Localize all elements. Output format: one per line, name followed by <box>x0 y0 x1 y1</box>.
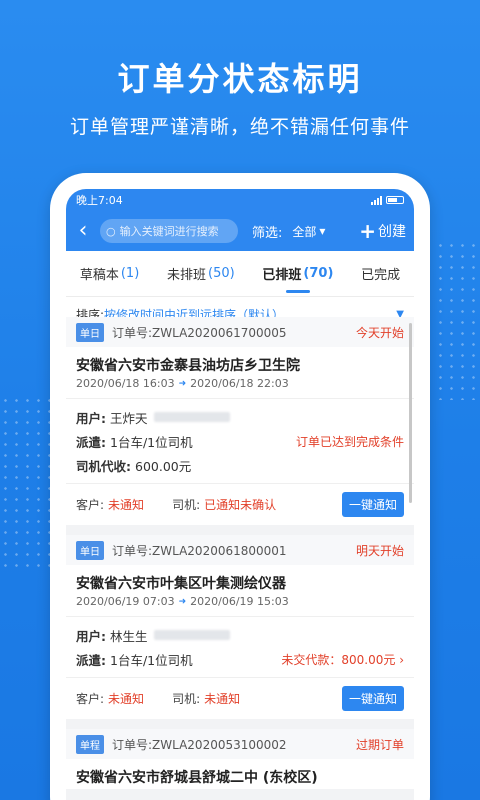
dispatch-value: 1台车/1位司机 <box>110 434 193 450</box>
filter-value: 全部 <box>292 224 317 239</box>
user-name: 王炸天 <box>110 410 148 426</box>
driver-status: 未通知 <box>204 692 241 706</box>
blurred-phone <box>153 412 230 422</box>
driver-fee-value: 600.00元 <box>135 458 192 474</box>
dispatch-label: 派遣: <box>76 652 106 668</box>
tab-completed[interactable]: 已完成 <box>361 251 400 297</box>
start-time: 2020/06/19 07:03 <box>76 595 175 608</box>
order-card[interactable]: 单日 订单号:ZWLA2020061700005 今天开始 安徽省六安市金寨县油… <box>66 317 414 525</box>
plus-icon: + <box>359 219 376 243</box>
order-footer: 客户: 未通知 司机: 已通知未确认 一键通知 <box>66 484 414 525</box>
order-type-tag: 单日 <box>76 540 104 560</box>
customer-label: 客户: <box>76 498 105 512</box>
user-row: 用户: 林生生 <box>76 623 404 647</box>
tab-count: (70) <box>303 266 334 281</box>
create-button[interactable]: + 创建 <box>359 219 408 243</box>
app-screen: 晚上7:04 ‹ ○ 筛选: 全部 ▾ + 创建 <box>66 189 414 800</box>
order-details: 用户: 王炸天 派遣: 1台车/1位司机 订单已达到完成条件 司机代收: 600… <box>66 399 414 484</box>
dispatch-row: 派遣: 1台车/1位司机 订单已达到完成条件 <box>76 429 404 453</box>
tab-count: (50) <box>208 266 235 281</box>
order-address: 安徽省六安市金寨县油坊店乡卫生院 <box>76 358 300 374</box>
order-type-tag: 单程 <box>76 734 104 754</box>
phone-frame: 晚上7:04 ‹ ○ 筛选: 全部 ▾ + 创建 <box>50 173 430 800</box>
dispatch-value: 1台车/1位司机 <box>110 652 193 668</box>
order-number: 订单号:ZWLA2020061700005 <box>112 325 287 340</box>
tab-label: 草稿本 <box>79 268 119 283</box>
promo-headline: 订单分状态标明 <box>117 60 363 98</box>
driver-fee-label: 司机代收: <box>76 458 131 474</box>
scrollbar[interactable] <box>409 323 412 503</box>
order-type-tag: 单日 <box>76 322 104 342</box>
arrow-right-icon: ➜ <box>178 596 187 607</box>
chevron-left-icon[interactable]: ‹ <box>72 220 94 242</box>
order-number: 订单号:ZWLA2020053100002 <box>112 737 287 752</box>
blurred-phone <box>153 630 230 640</box>
status-bar: 晚上7:04 <box>66 189 414 211</box>
order-header: 单日 订单号:ZWLA2020061800001 明天开始 <box>66 535 414 565</box>
create-label: 创建 <box>378 224 406 240</box>
user-row: 用户: 王炸天 <box>76 405 404 429</box>
user-name: 林生生 <box>110 628 148 644</box>
user-label: 用户: <box>76 410 106 426</box>
dispatch-note: 订单已达到完成条件 <box>295 434 404 449</box>
filter-label: 筛选: <box>252 225 283 241</box>
tab-drafts[interactable]: 草稿本 (1) <box>80 251 139 297</box>
order-header: 单日 订单号:ZWLA2020061700005 今天开始 <box>66 317 414 347</box>
order-card[interactable]: 单日 订单号:ZWLA2020061800001 明天开始 安徽省六安市叶集区叶… <box>66 535 414 719</box>
tab-unscheduled[interactable]: 未排班 (50) <box>167 251 235 297</box>
order-footer: 客户: 未通知 司机: 未通知 一键通知 <box>66 678 414 719</box>
notify-button[interactable]: 一键通知 <box>341 492 404 517</box>
order-state: 今天开始 <box>355 325 404 340</box>
search-box[interactable]: ○ <box>100 219 238 243</box>
notify-button[interactable]: 一键通知 <box>341 686 404 711</box>
tab-label: 已完成 <box>361 268 401 283</box>
order-card[interactable]: 单程 订单号:ZWLA2020053100002 过期订单 安徽省六安市舒城县舒… <box>66 729 414 789</box>
driver-status: 已通知未确认 <box>204 498 277 512</box>
order-list: 单日 订单号:ZWLA2020061700005 今天开始 安徽省六安市金寨县油… <box>66 317 414 789</box>
customer-status: 未通知 <box>108 498 145 512</box>
order-header: 单程 订单号:ZWLA2020053100002 过期订单 <box>66 729 414 759</box>
dispatch-note: 未交代款：800.00元 <box>281 652 396 667</box>
order-time: 2020/06/18 16:03 ➜ 2020/06/18 22:03 <box>66 377 414 399</box>
top-bar: 晚上7:04 ‹ ○ 筛选: 全部 ▾ + 创建 <box>66 189 414 251</box>
nav-row: ‹ ○ 筛选: 全部 ▾ + 创建 <box>66 211 414 251</box>
order-address: 安徽省六安市叶集区叶集测绘仪器 <box>76 576 286 592</box>
tab-count: (1) <box>120 266 140 281</box>
user-label: 用户: <box>76 628 106 644</box>
tab-label: 已排班 <box>262 268 302 283</box>
decorative-dots-right <box>435 240 480 400</box>
arrow-right-icon: ➜ <box>178 378 187 389</box>
customer-label: 客户: <box>76 692 105 706</box>
signal-icon <box>371 195 382 205</box>
search-icon: ○ <box>106 224 116 238</box>
start-time: 2020/06/18 16:03 <box>76 377 175 390</box>
order-time: 2020/06/19 07:03 ➜ 2020/06/19 15:03 <box>66 595 414 617</box>
caret-down-icon: ▾ <box>319 224 326 238</box>
order-state: 过期订单 <box>355 737 404 752</box>
search-input[interactable] <box>119 224 230 238</box>
order-details: 用户: 林生生 派遣: 1台车/1位司机 未交代款：800.00元 › <box>66 617 414 678</box>
tab-scheduled[interactable]: 已排班 (70) <box>262 251 333 297</box>
driver-label: 司机: <box>172 692 201 706</box>
order-number: 订单号:ZWLA2020061800001 <box>112 543 287 558</box>
chevron-right-icon: › <box>399 652 404 667</box>
driver-label: 司机: <box>172 498 201 512</box>
end-time: 2020/06/18 22:03 <box>190 377 289 390</box>
status-time: 晚上7:04 <box>76 194 123 207</box>
promo-subline: 订单管理严谨清晰，绝不错漏任何事件 <box>69 116 410 138</box>
dispatch-label: 派遣: <box>76 434 106 450</box>
unpaid-link[interactable]: 未交代款：800.00元 › <box>281 651 404 668</box>
end-time: 2020/06/19 15:03 <box>190 595 289 608</box>
dispatch-row: 派遣: 1台车/1位司机 未交代款：800.00元 › <box>76 647 404 671</box>
filter-select[interactable]: 全部 ▾ <box>292 223 325 240</box>
battery-icon <box>386 196 404 204</box>
customer-status: 未通知 <box>108 692 145 706</box>
status-tabs: 草稿本 (1) 未排班 (50) 已排班 (70) 已完成 <box>66 251 414 297</box>
order-address: 安徽省六安市舒城县舒城二中 (东校区) <box>76 770 318 786</box>
driver-fee-row: 司机代收: 600.00元 <box>76 453 404 477</box>
tab-label: 未排班 <box>166 268 206 283</box>
order-state: 明天开始 <box>355 543 404 558</box>
